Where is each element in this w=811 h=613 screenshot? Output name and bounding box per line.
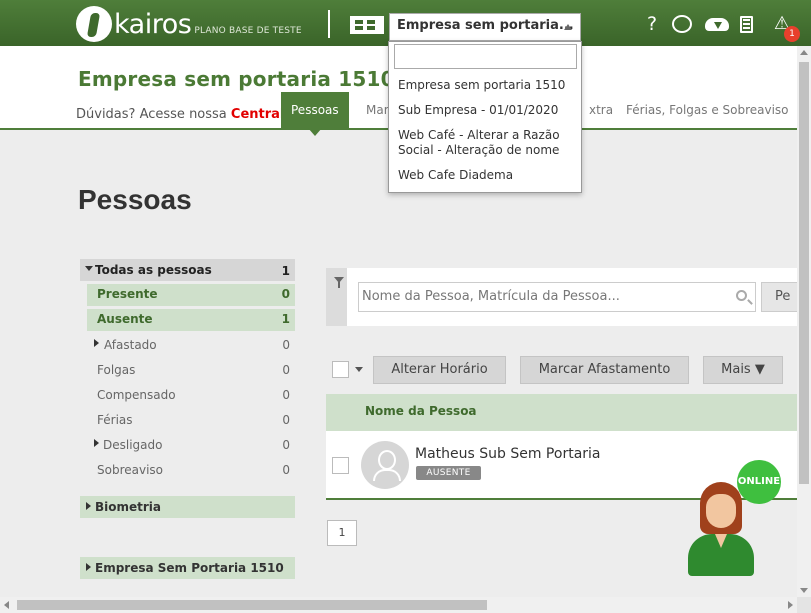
company-option[interactable]: Sub Empresa - 01/01/2020	[398, 103, 576, 118]
online-chat-badge[interactable]: ONLINE	[737, 460, 781, 504]
company-select[interactable]: Empresa sem portaria...	[389, 13, 581, 41]
top-navigation-bar: kairos PLANO BASE DE TESTE Empresa sem p…	[0, 0, 811, 46]
people-search-input[interactable]: Nome da Pessoa, Matrícula da Pessoa...	[358, 282, 756, 312]
search-button[interactable]: Pe	[761, 282, 801, 312]
filter-presente[interactable]: Presente 0	[87, 284, 295, 306]
tab-pessoas[interactable]: Pessoas	[281, 92, 349, 136]
filter-label: Afastado	[104, 338, 157, 352]
company-title: Empresa sem portaria 1510	[78, 67, 395, 91]
section-label: Biometria	[95, 500, 162, 514]
pagination-page-button[interactable]: 1	[327, 520, 357, 546]
filter-all-people[interactable]: Todas as pessoas 1	[80, 259, 295, 281]
caret-up-icon	[564, 24, 572, 30]
tab-ferias-folgas[interactable]: Férias, Folgas e Sobreaviso	[616, 92, 799, 128]
table-header: Nome da Pessoa	[326, 394, 797, 431]
company-option[interactable]: Web Café - Alterar a Razão Social - Alte…	[398, 128, 576, 158]
search-icon	[736, 290, 747, 301]
scroll-down-icon[interactable]	[800, 588, 808, 593]
topbar-divider	[328, 10, 330, 38]
company-option[interactable]: Web Cafe Diadema	[398, 168, 576, 183]
caret-right-icon	[94, 439, 99, 447]
search-panel: Nome da Pessoa, Matrícula da Pessoa... P…	[326, 268, 801, 326]
status-badge: AUSENTE	[416, 466, 481, 480]
row-checkbox[interactable]	[332, 457, 349, 474]
company-option[interactable]: Empresa sem portaria 1510	[398, 78, 576, 93]
section-label: Empresa Sem Portaria 1510	[95, 561, 284, 575]
person-name[interactable]: Matheus Sub Sem Portaria	[415, 446, 601, 462]
vertical-scroll-thumb[interactable]	[799, 62, 809, 484]
select-all-checkbox[interactable]	[332, 361, 349, 378]
caret-right-icon	[86, 563, 91, 571]
filter-count: 0	[282, 363, 290, 377]
filter-icon[interactable]	[334, 277, 344, 288]
filter-label: Todas as pessoas	[95, 263, 212, 277]
filter-count: 1	[281, 264, 290, 278]
caret-right-icon	[94, 339, 99, 347]
filter-label: Compensado	[97, 388, 176, 402]
main-tabs: Pessoas Marca xtra Férias, Folgas e Sobr…	[281, 92, 789, 136]
avatar	[361, 441, 409, 489]
filter-count: 0	[282, 413, 290, 427]
company-search-input[interactable]	[394, 44, 577, 69]
filter-count: 0	[282, 388, 290, 402]
company-dropdown-list: Empresa sem portaria 1510 Sub Empresa - …	[388, 41, 582, 193]
section-biometria[interactable]: Biometria	[80, 496, 295, 518]
kairos-logo-mark	[76, 6, 112, 42]
vertical-scrollbar[interactable]	[797, 46, 811, 597]
kairos-logo[interactable]: kairos PLANO BASE DE TESTE	[76, 4, 302, 42]
brand-name: kairos	[114, 9, 192, 40]
section-empresa[interactable]: Empresa Sem Portaria 1510	[80, 557, 295, 579]
filter-ausente[interactable]: Ausente 1	[87, 309, 295, 331]
search-placeholder: Nome da Pessoa, Matrícula da Pessoa...	[362, 289, 620, 304]
filter-afastado[interactable]: Afastado 0	[87, 334, 295, 356]
filter-desligado[interactable]: Desligado 0	[87, 434, 295, 456]
company-select-value: Empresa sem portaria...	[397, 18, 574, 33]
filter-label: Ausente	[97, 312, 153, 326]
help-icon[interactable]: ?	[644, 12, 660, 36]
filter-compensado[interactable]: Compensado 0	[87, 384, 295, 406]
download-arrow	[714, 22, 722, 29]
scroll-right-icon[interactable]	[788, 601, 793, 609]
mark-leave-button[interactable]: Marcar Afastamento	[520, 356, 689, 384]
filter-folgas[interactable]: Folgas 0	[87, 359, 295, 381]
filter-count: 1	[281, 312, 290, 326]
filter-count: 0	[282, 338, 290, 352]
page-title: Pessoas	[78, 184, 192, 215]
column-name-header[interactable]: Nome da Pessoa	[365, 404, 477, 418]
change-schedule-button[interactable]: Alterar Horário	[373, 356, 506, 384]
filter-sobreaviso[interactable]: Sobreaviso 0	[87, 459, 295, 481]
filter-label: Presente	[97, 287, 158, 301]
scroll-up-icon[interactable]	[800, 50, 808, 55]
filter-count: 0	[282, 463, 290, 477]
notification-count-badge: 1	[784, 26, 800, 42]
more-actions-button[interactable]: Mais ▼	[703, 356, 783, 384]
horizontal-scroll-thumb[interactable]	[17, 600, 487, 610]
caret-right-icon	[86, 502, 91, 510]
chat-bubble	[672, 15, 692, 33]
filter-count: 0	[282, 438, 290, 452]
scrollbar-corner	[797, 597, 811, 613]
attendant-face	[706, 494, 736, 528]
filter-label: Sobreaviso	[97, 463, 164, 477]
filter-label: Folgas	[97, 363, 136, 377]
search-container: Nome da Pessoa, Matrícula da Pessoa... P…	[347, 268, 801, 326]
filter-label: Férias	[97, 413, 133, 427]
caret-down-icon	[85, 266, 93, 271]
filter-count: 0	[281, 287, 290, 301]
help-line: Dúvidas? Acesse nossa Central de	[76, 107, 307, 122]
help-prefix: Dúvidas? Acesse nossa	[76, 107, 231, 122]
select-caret-icon[interactable]	[355, 367, 363, 372]
company-grid-icon[interactable]	[350, 16, 384, 34]
chat-icon[interactable]	[670, 12, 694, 36]
cloud-download-icon[interactable]	[703, 12, 729, 36]
filter-ferias[interactable]: Férias 0	[87, 409, 295, 431]
calculator-body	[740, 16, 753, 33]
calculator-icon[interactable]	[738, 12, 754, 36]
scroll-left-icon[interactable]	[4, 601, 9, 609]
horizontal-scrollbar[interactable]	[0, 597, 797, 613]
plan-tagline: PLANO BASE DE TESTE	[194, 26, 302, 36]
filter-label: Desligado	[103, 438, 163, 452]
